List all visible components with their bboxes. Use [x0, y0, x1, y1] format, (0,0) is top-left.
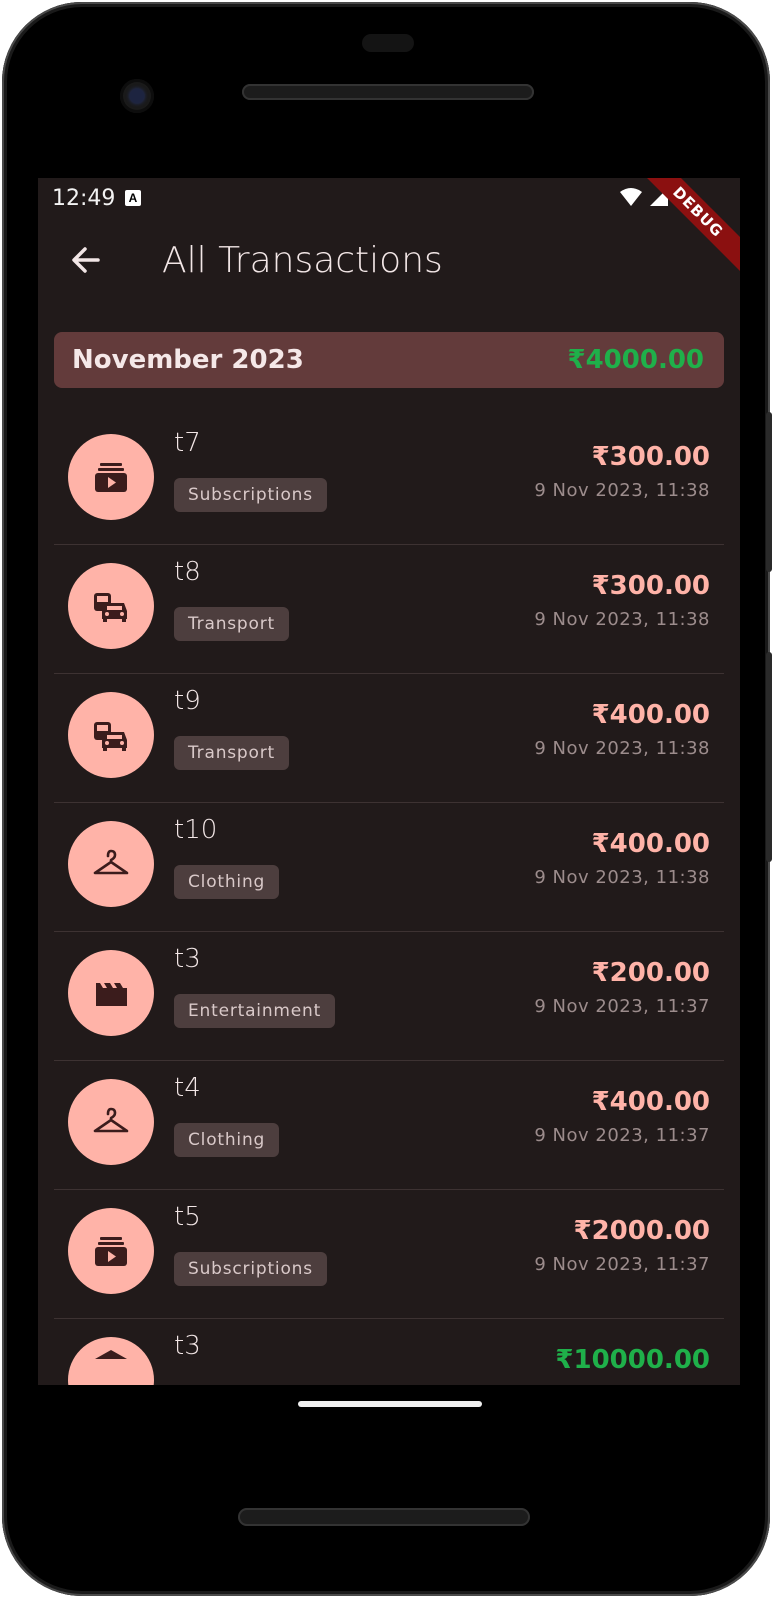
category-avatar — [68, 563, 154, 649]
transaction-amount: ₹400.00 — [591, 829, 710, 859]
category-chip: Entertainment — [174, 994, 336, 1028]
wifi-icon — [620, 188, 642, 206]
transport-icon — [94, 722, 127, 751]
transaction-name: t3 — [174, 1331, 201, 1361]
earpiece-speaker — [242, 84, 534, 100]
month-summary-card[interactable]: November 2023 ₹4000.00 — [54, 332, 724, 388]
clapperboard-icon — [96, 983, 127, 1006]
category-chip: Clothing — [174, 865, 280, 899]
transaction-name: t8 — [174, 557, 201, 587]
front-camera — [120, 79, 154, 113]
transaction-date: 9 Nov 2023, 11:37 — [534, 996, 710, 1017]
app-bar: All Transactions — [38, 218, 740, 308]
side-button — [766, 652, 772, 862]
transaction-row[interactable]: t8 Transport ₹300.00 9 Nov 2023, 11:38 — [54, 545, 724, 674]
transaction-amount: ₹300.00 — [591, 571, 710, 601]
category-avatar — [68, 1337, 154, 1385]
transaction-date: 9 Nov 2023, 11:37 — [534, 1254, 710, 1275]
transaction-date: 9 Nov 2023, 11:38 — [534, 738, 710, 759]
month-total: ₹4000.00 — [567, 345, 704, 375]
transaction-amount: ₹200.00 — [591, 958, 710, 988]
category-avatar — [68, 692, 154, 778]
bottom-speaker — [238, 1508, 530, 1526]
category-avatar — [68, 1208, 154, 1294]
back-button[interactable] — [66, 240, 106, 280]
transaction-row[interactable]: t9 Transport ₹400.00 9 Nov 2023, 11:38 — [54, 674, 724, 803]
status-time: 12:49 — [52, 186, 116, 211]
category-avatar — [68, 821, 154, 907]
category-chip: Subscriptions — [174, 478, 327, 512]
transport-icon — [94, 593, 127, 622]
transaction-row[interactable]: t5 Subscriptions ₹2000.00 9 Nov 2023, 11… — [54, 1190, 724, 1319]
transaction-amount: ₹400.00 — [591, 700, 710, 730]
transaction-amount: ₹400.00 — [591, 1087, 710, 1117]
transaction-date: 9 Nov 2023, 11:38 — [534, 480, 710, 501]
hanger-icon — [93, 1107, 129, 1133]
transaction-name: t4 — [174, 1073, 201, 1103]
phone-frame: 12:49 A DEBUG All Transactions November … — [2, 2, 772, 1596]
transaction-row[interactable]: t3 ₹10000.00 — [54, 1319, 724, 1385]
bank-icon — [95, 1350, 127, 1359]
hanger-icon — [93, 849, 129, 875]
subscriptions-icon — [95, 1237, 127, 1266]
side-button — [766, 412, 772, 572]
category-avatar — [68, 1079, 154, 1165]
transaction-amount: ₹10000.00 — [555, 1345, 710, 1375]
home-gesture-bar[interactable] — [298, 1401, 482, 1407]
subscriptions-icon — [95, 463, 127, 492]
category-chip: Subscriptions — [174, 1252, 327, 1286]
transaction-row[interactable]: t3 Entertainment ₹200.00 9 Nov 2023, 11:… — [54, 932, 724, 1061]
notification-icon: A — [125, 190, 141, 206]
transaction-date: 9 Nov 2023, 11:38 — [534, 609, 710, 630]
transaction-date: 9 Nov 2023, 11:37 — [534, 1125, 710, 1146]
transaction-name: t5 — [174, 1202, 201, 1232]
transaction-name: t3 — [174, 944, 201, 974]
status-bar: 12:49 A DEBUG — [38, 178, 740, 278]
transaction-row[interactable]: t7 Subscriptions ₹300.00 9 Nov 2023, 11:… — [54, 416, 724, 545]
transaction-date: 9 Nov 2023, 11:38 — [534, 867, 710, 888]
category-chip: Transport — [174, 736, 289, 770]
category-avatar — [68, 950, 154, 1036]
category-avatar — [68, 434, 154, 520]
category-chip: Transport — [174, 607, 289, 641]
transaction-name: t10 — [174, 815, 218, 845]
screen: 12:49 A DEBUG All Transactions November … — [38, 178, 740, 1385]
transaction-row[interactable]: t10 Clothing ₹400.00 9 Nov 2023, 11:38 — [54, 803, 724, 932]
category-chip: Clothing — [174, 1123, 280, 1157]
transaction-amount: ₹300.00 — [591, 442, 710, 472]
transaction-name: t9 — [174, 686, 201, 716]
arrow-back-icon — [72, 247, 100, 273]
transaction-row[interactable]: t4 Clothing ₹400.00 9 Nov 2023, 11:37 — [54, 1061, 724, 1190]
proximity-sensor — [362, 34, 414, 52]
transaction-list: t7 Subscriptions ₹300.00 9 Nov 2023, 11:… — [54, 416, 724, 1385]
transaction-name: t7 — [174, 428, 201, 458]
transaction-amount: ₹2000.00 — [573, 1216, 710, 1246]
month-label: November 2023 — [72, 345, 304, 375]
page-title: All Transactions — [162, 240, 443, 281]
